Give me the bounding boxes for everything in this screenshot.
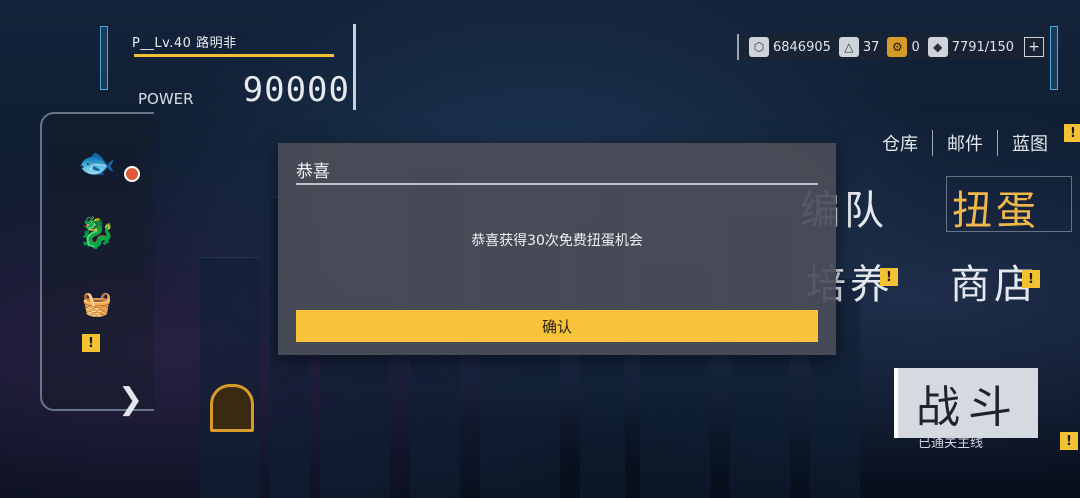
add-stamina-button[interactable]: + (1024, 37, 1044, 57)
right-edge-indicator (1050, 26, 1058, 90)
pet-button[interactable]: 🐉 (52, 205, 142, 261)
reward-dialog: 恭喜 恭喜获得30次免费扭蛋机会 确认 (278, 143, 836, 355)
fish-icon: 🐟 (78, 145, 116, 181)
warning-badge: ! (1022, 270, 1040, 288)
battle-button[interactable]: 战斗 (894, 368, 1038, 438)
warning-badge: ! (880, 268, 898, 286)
resource-value: 7791/150 (951, 39, 1014, 55)
food-button[interactable]: 🧺 (52, 276, 142, 332)
hex-coin-icon: ⬡ (748, 37, 769, 57)
stamina-icon: ◆ (927, 37, 948, 57)
gear-token-icon: ⚙ (887, 37, 908, 57)
fish-button[interactable]: 🐟 (52, 135, 142, 191)
warning-badge: ! (82, 334, 100, 352)
triangle-crystal-icon: △ (838, 37, 859, 57)
resource-bar: ⬡ 6846905 △ 37 ⚙ 0 ◆ 7791/150 + (736, 34, 1050, 60)
resource-value: 6846905 (772, 39, 831, 55)
player-info-panel[interactable]: P__Lv.40 路明非 POWER 90000 (120, 24, 356, 110)
top-right-links: 仓库 邮件 蓝图 (868, 130, 1062, 156)
power-label: POWER (138, 90, 194, 108)
resource-value: 0 (911, 39, 920, 55)
warning-badge: ! (1060, 432, 1078, 450)
dialog-divider (296, 183, 818, 185)
confirm-button[interactable]: 确认 (296, 310, 818, 342)
notification-dot (124, 166, 140, 182)
pet-icon: 🐉 (78, 215, 116, 251)
left-edge-indicator (100, 26, 108, 90)
battle-status: 已通关主线 (918, 436, 984, 451)
mail-link[interactable]: 邮件 (932, 130, 997, 156)
food-icon: 🧺 (82, 290, 112, 318)
blueprint-link[interactable]: 蓝图 (997, 130, 1062, 156)
gacha-button[interactable]: 扭蛋 (952, 178, 1040, 236)
player-name: P__Lv.40 路明非 (132, 36, 237, 51)
dialog-message: 恭喜获得30次免费扭蛋机会 (471, 233, 643, 249)
door-button[interactable] (210, 384, 254, 432)
collapse-arrow-icon[interactable]: ❯ (118, 382, 143, 417)
panel-bracket (353, 24, 356, 110)
warehouse-link[interactable]: 仓库 (868, 130, 932, 156)
dialog-title: 恭喜 (296, 162, 330, 182)
resource-value: 37 (862, 39, 880, 55)
exp-bar (134, 54, 334, 57)
warning-badge: ! (1064, 124, 1080, 142)
power-value: 90000 (242, 70, 350, 110)
